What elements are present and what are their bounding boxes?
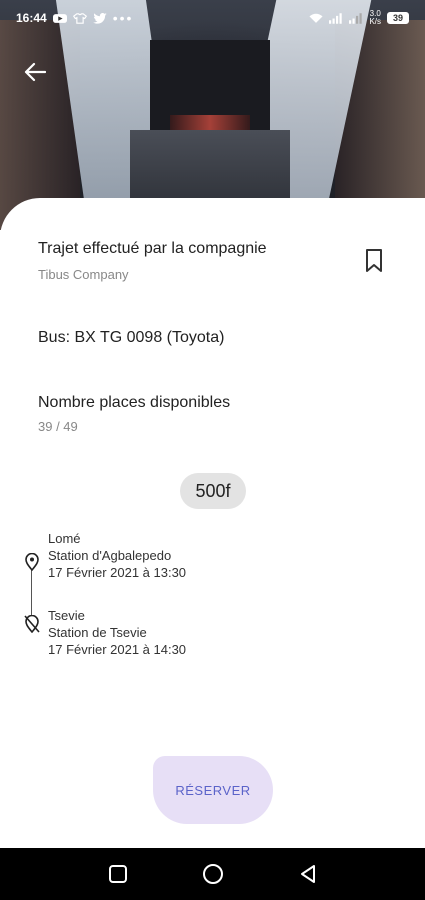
signal-icon-2: [349, 12, 363, 24]
departure-stop: Lomé Station d'Agbalepedo 17 Février 202…: [48, 530, 186, 581]
signal-icon: [329, 12, 343, 24]
bus-info: Bus: BX TG 0098 (Toyota): [38, 329, 225, 346]
network-speed: 3.0 K/s: [369, 9, 381, 26]
navigation-bar: [0, 848, 425, 900]
status-bar: 16:44 ••• 3.0 K/s 39: [0, 0, 425, 36]
back-triangle-icon: [300, 865, 315, 883]
wifi-icon: [309, 13, 323, 23]
trip-details-sheet: Trajet effectué par la compagnie Tibus C…: [0, 198, 425, 848]
location-off-icon: [24, 615, 40, 633]
route-timeline: Lomé Station d'Agbalepedo 17 Février 202…: [22, 528, 322, 663]
trip-details-screen: 16:44 ••• 3.0 K/s 39 Trajet effectué par…: [0, 0, 425, 900]
company-name: Tibus Company: [38, 267, 129, 282]
status-time: 16:44: [16, 11, 47, 25]
bookmark-outline-icon: [366, 249, 382, 272]
arrival-station: Station de Tsevie: [48, 625, 147, 640]
departure-station: Station d'Agbalepedo: [48, 548, 172, 563]
departure-datetime: 17 Février 2021 à 13:30: [48, 565, 187, 580]
youtube-icon: [52, 13, 67, 23]
tshirt-icon: [72, 12, 87, 24]
more-dots-icon: •••: [112, 10, 134, 26]
arrival-datetime: 17 Février 2021 à 14:30: [48, 642, 187, 657]
twitter-icon: [92, 12, 107, 24]
reserve-button[interactable]: RÉSERVER: [153, 756, 273, 824]
seats-count: 39 / 49: [38, 419, 78, 434]
recents-square-icon: [108, 865, 127, 883]
price-chip: 500f: [180, 473, 246, 509]
arrival-stop: Tsevie Station de Tsevie 17 Février 2021…: [48, 607, 186, 658]
recents-button[interactable]: [106, 862, 130, 886]
home-circle-icon: [202, 864, 223, 884]
battery-indicator: 39: [387, 12, 409, 24]
seats-title: Nombre places disponibles: [38, 394, 231, 411]
back-button[interactable]: [20, 58, 50, 86]
arrival-city: Tsevie: [48, 608, 85, 623]
arrow-left-icon: [24, 62, 46, 82]
departure-city: Lomé: [48, 531, 81, 546]
company-title: Trajet effectué par la compagnie: [38, 240, 267, 257]
system-back-button[interactable]: [296, 862, 320, 886]
home-button[interactable]: [201, 862, 225, 886]
bookmark-button[interactable]: [363, 248, 385, 274]
location-pin-icon: [25, 553, 39, 571]
